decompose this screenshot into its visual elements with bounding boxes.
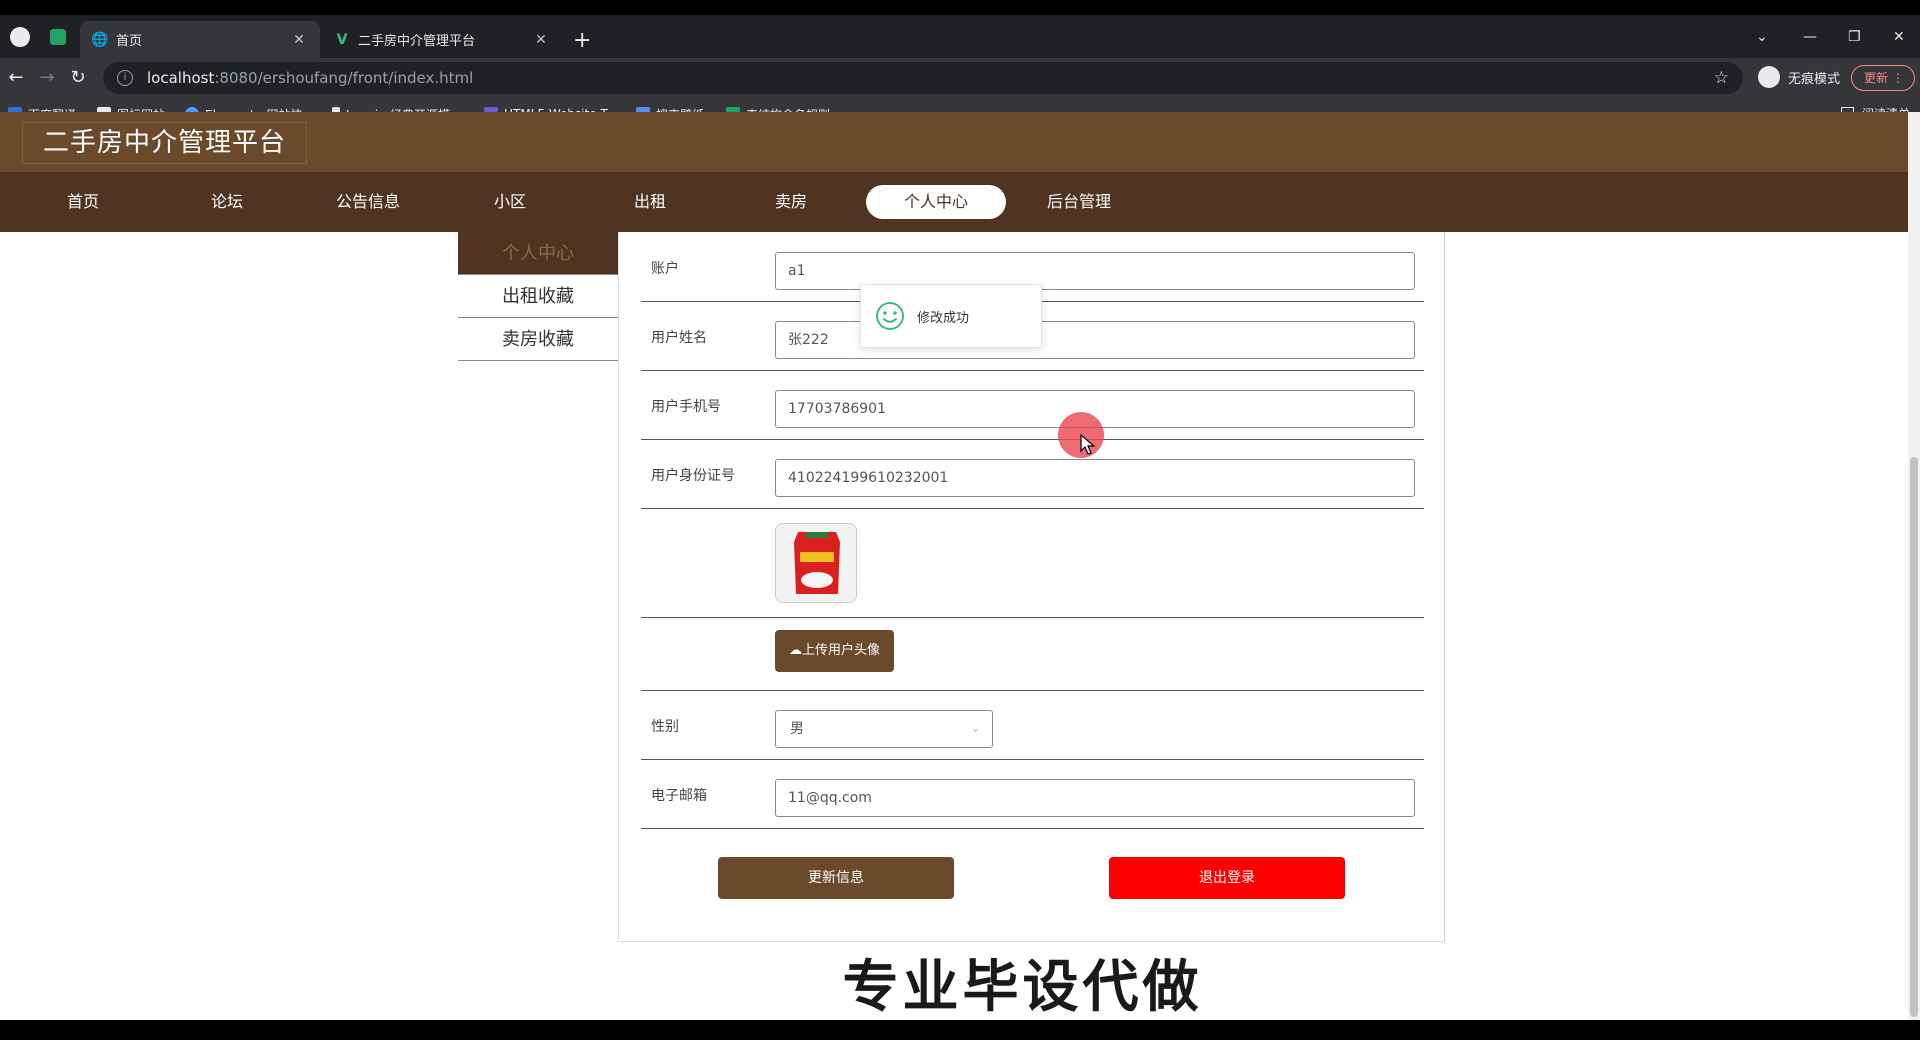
sidebar-item-personal-center[interactable]: 个人中心 — [458, 232, 618, 275]
nav-rent[interactable]: 出租 — [580, 185, 720, 219]
incognito-indicator[interactable]: 无痕模式 — [1758, 66, 1840, 88]
name-label: 用户姓名 — [651, 330, 707, 346]
minimize-icon[interactable]: — — [1803, 29, 1817, 45]
scrollbar-thumb[interactable] — [1910, 457, 1918, 1017]
globe-icon: 🌐 — [91, 31, 109, 48]
nav-home[interactable]: 首页 — [13, 185, 153, 219]
incognito-label: 无痕模式 — [1788, 71, 1841, 87]
form-row-id: 用户身份证号 410224199610232001 — [641, 440, 1424, 509]
forward-icon[interactable]: → — [35, 66, 59, 90]
close-icon[interactable]: ✕ — [532, 32, 550, 48]
site-title: 二手房中介管理平台 — [22, 122, 308, 164]
success-toast: 修改成功 — [860, 284, 1042, 348]
phone-label: 用户手机号 — [651, 399, 721, 415]
chevron-down-icon: ⌄ — [970, 722, 980, 735]
email-label: 电子邮箱 — [651, 788, 707, 804]
id-input[interactable]: 410224199610232001 — [775, 459, 1415, 497]
page-scrollbar[interactable] — [1908, 112, 1920, 1020]
tab-title: 二手房中介管理平台 — [358, 34, 476, 49]
nav-admin[interactable]: 后台管理 — [1009, 185, 1149, 219]
nav-forum[interactable]: 论坛 — [157, 185, 297, 219]
tab-title: 首页 — [116, 34, 143, 49]
site-header: 二手房中介管理平台 — [0, 112, 1908, 172]
close-window-icon[interactable]: ✕ — [1893, 29, 1905, 45]
upload-avatar-button[interactable]: ☁上传用户头像 — [775, 630, 894, 672]
form-row-avatar — [641, 509, 1424, 618]
form-row-phone: 用户手机号 17703786901 — [641, 371, 1424, 440]
browser-toolbar: ← → ↻ i localhost:8080/ershoufang/front/… — [0, 58, 1920, 98]
reload-icon[interactable]: ↻ — [66, 66, 90, 90]
star-icon[interactable]: ☆ — [1714, 68, 1729, 88]
toast-message: 修改成功 — [917, 310, 970, 326]
avatar[interactable] — [775, 523, 857, 603]
id-label: 用户身份证号 — [651, 468, 735, 484]
nav-notices[interactable]: 公告信息 — [298, 185, 438, 219]
sidebar: 个人中心 出租收藏 卖房收藏 — [458, 232, 618, 361]
info-icon[interactable]: i — [117, 70, 133, 86]
gender-select[interactable]: 男 ⌄ — [775, 710, 993, 748]
gender-label: 性别 — [651, 719, 679, 735]
browser-menu-icon[interactable] — [10, 27, 30, 47]
nav-sell[interactable]: 卖房 — [721, 185, 861, 219]
new-tab-icon[interactable]: + — [573, 29, 591, 53]
tab-platform[interactable]: V 二手房中介管理平台 ✕ — [322, 21, 562, 58]
update-label: 更新 — [1864, 71, 1889, 85]
sidebar-item-rent-favorites[interactable]: 出租收藏 — [458, 275, 618, 318]
update-button[interactable]: 更新 ⋮ — [1851, 65, 1915, 91]
account-label: 账户 — [651, 261, 679, 277]
logout-button[interactable]: 退出登录 — [1109, 857, 1345, 899]
sidebar-item-sell-favorites[interactable]: 卖房收藏 — [458, 318, 618, 361]
url-host: localhost — [147, 69, 215, 87]
smile-icon — [876, 302, 904, 330]
back-icon[interactable]: ← — [4, 66, 28, 90]
update-info-button[interactable]: 更新信息 — [718, 857, 954, 899]
restore-icon[interactable]: ❐ — [1848, 29, 1861, 45]
nav-community[interactable]: 小区 — [440, 185, 580, 219]
upload-label: 上传用户头像 — [801, 643, 880, 658]
nav-personal-center[interactable]: 个人中心 — [866, 185, 1006, 219]
form-row-upload: ☁上传用户头像 — [641, 618, 1424, 691]
vue-icon: V — [336, 31, 348, 48]
form-row-gender: 性别 男 ⌄ — [641, 691, 1424, 760]
incognito-icon — [1758, 66, 1780, 88]
tab-search-icon[interactable]: ⌄ — [1756, 29, 1768, 45]
main-nav: 首页 论坛 公告信息 小区 出租 卖房 个人中心 后台管理 — [0, 172, 1908, 232]
mouse-cursor-icon — [1080, 434, 1096, 455]
gender-value: 男 — [790, 721, 804, 737]
close-icon[interactable]: ✕ — [290, 32, 308, 48]
pinned-tab-icon[interactable] — [50, 29, 66, 45]
url-path: :8080/ershoufang/front/index.html — [214, 69, 474, 87]
bottom-black-bar — [0, 1020, 1920, 1040]
address-bar[interactable]: i localhost:8080/ershoufang/front/index.… — [103, 62, 1743, 94]
screen: 🌐 首页 ✕ V 二手房中介管理平台 ✕ + ⌄ — ❐ ✕ ← → ↻ i l… — [0, 0, 1920, 1040]
email-input[interactable]: 11@qq.com — [775, 779, 1415, 817]
upload-cloud-icon: ☁ — [788, 643, 802, 658]
web-page: 二手房中介管理平台 首页 论坛 公告信息 小区 出租 卖房 个人中心 后台管理 … — [0, 112, 1908, 1020]
form-row-email: 电子邮箱 11@qq.com — [641, 760, 1424, 829]
browser-tab-strip: 🌐 首页 ✕ V 二手房中介管理平台 ✕ + ⌄ — ❐ ✕ — [0, 15, 1920, 58]
tab-home[interactable]: 🌐 首页 ✕ — [80, 21, 320, 58]
watermark-text: 专业毕设代做 — [842, 955, 1203, 1020]
top-black-bar — [0, 0, 1920, 15]
